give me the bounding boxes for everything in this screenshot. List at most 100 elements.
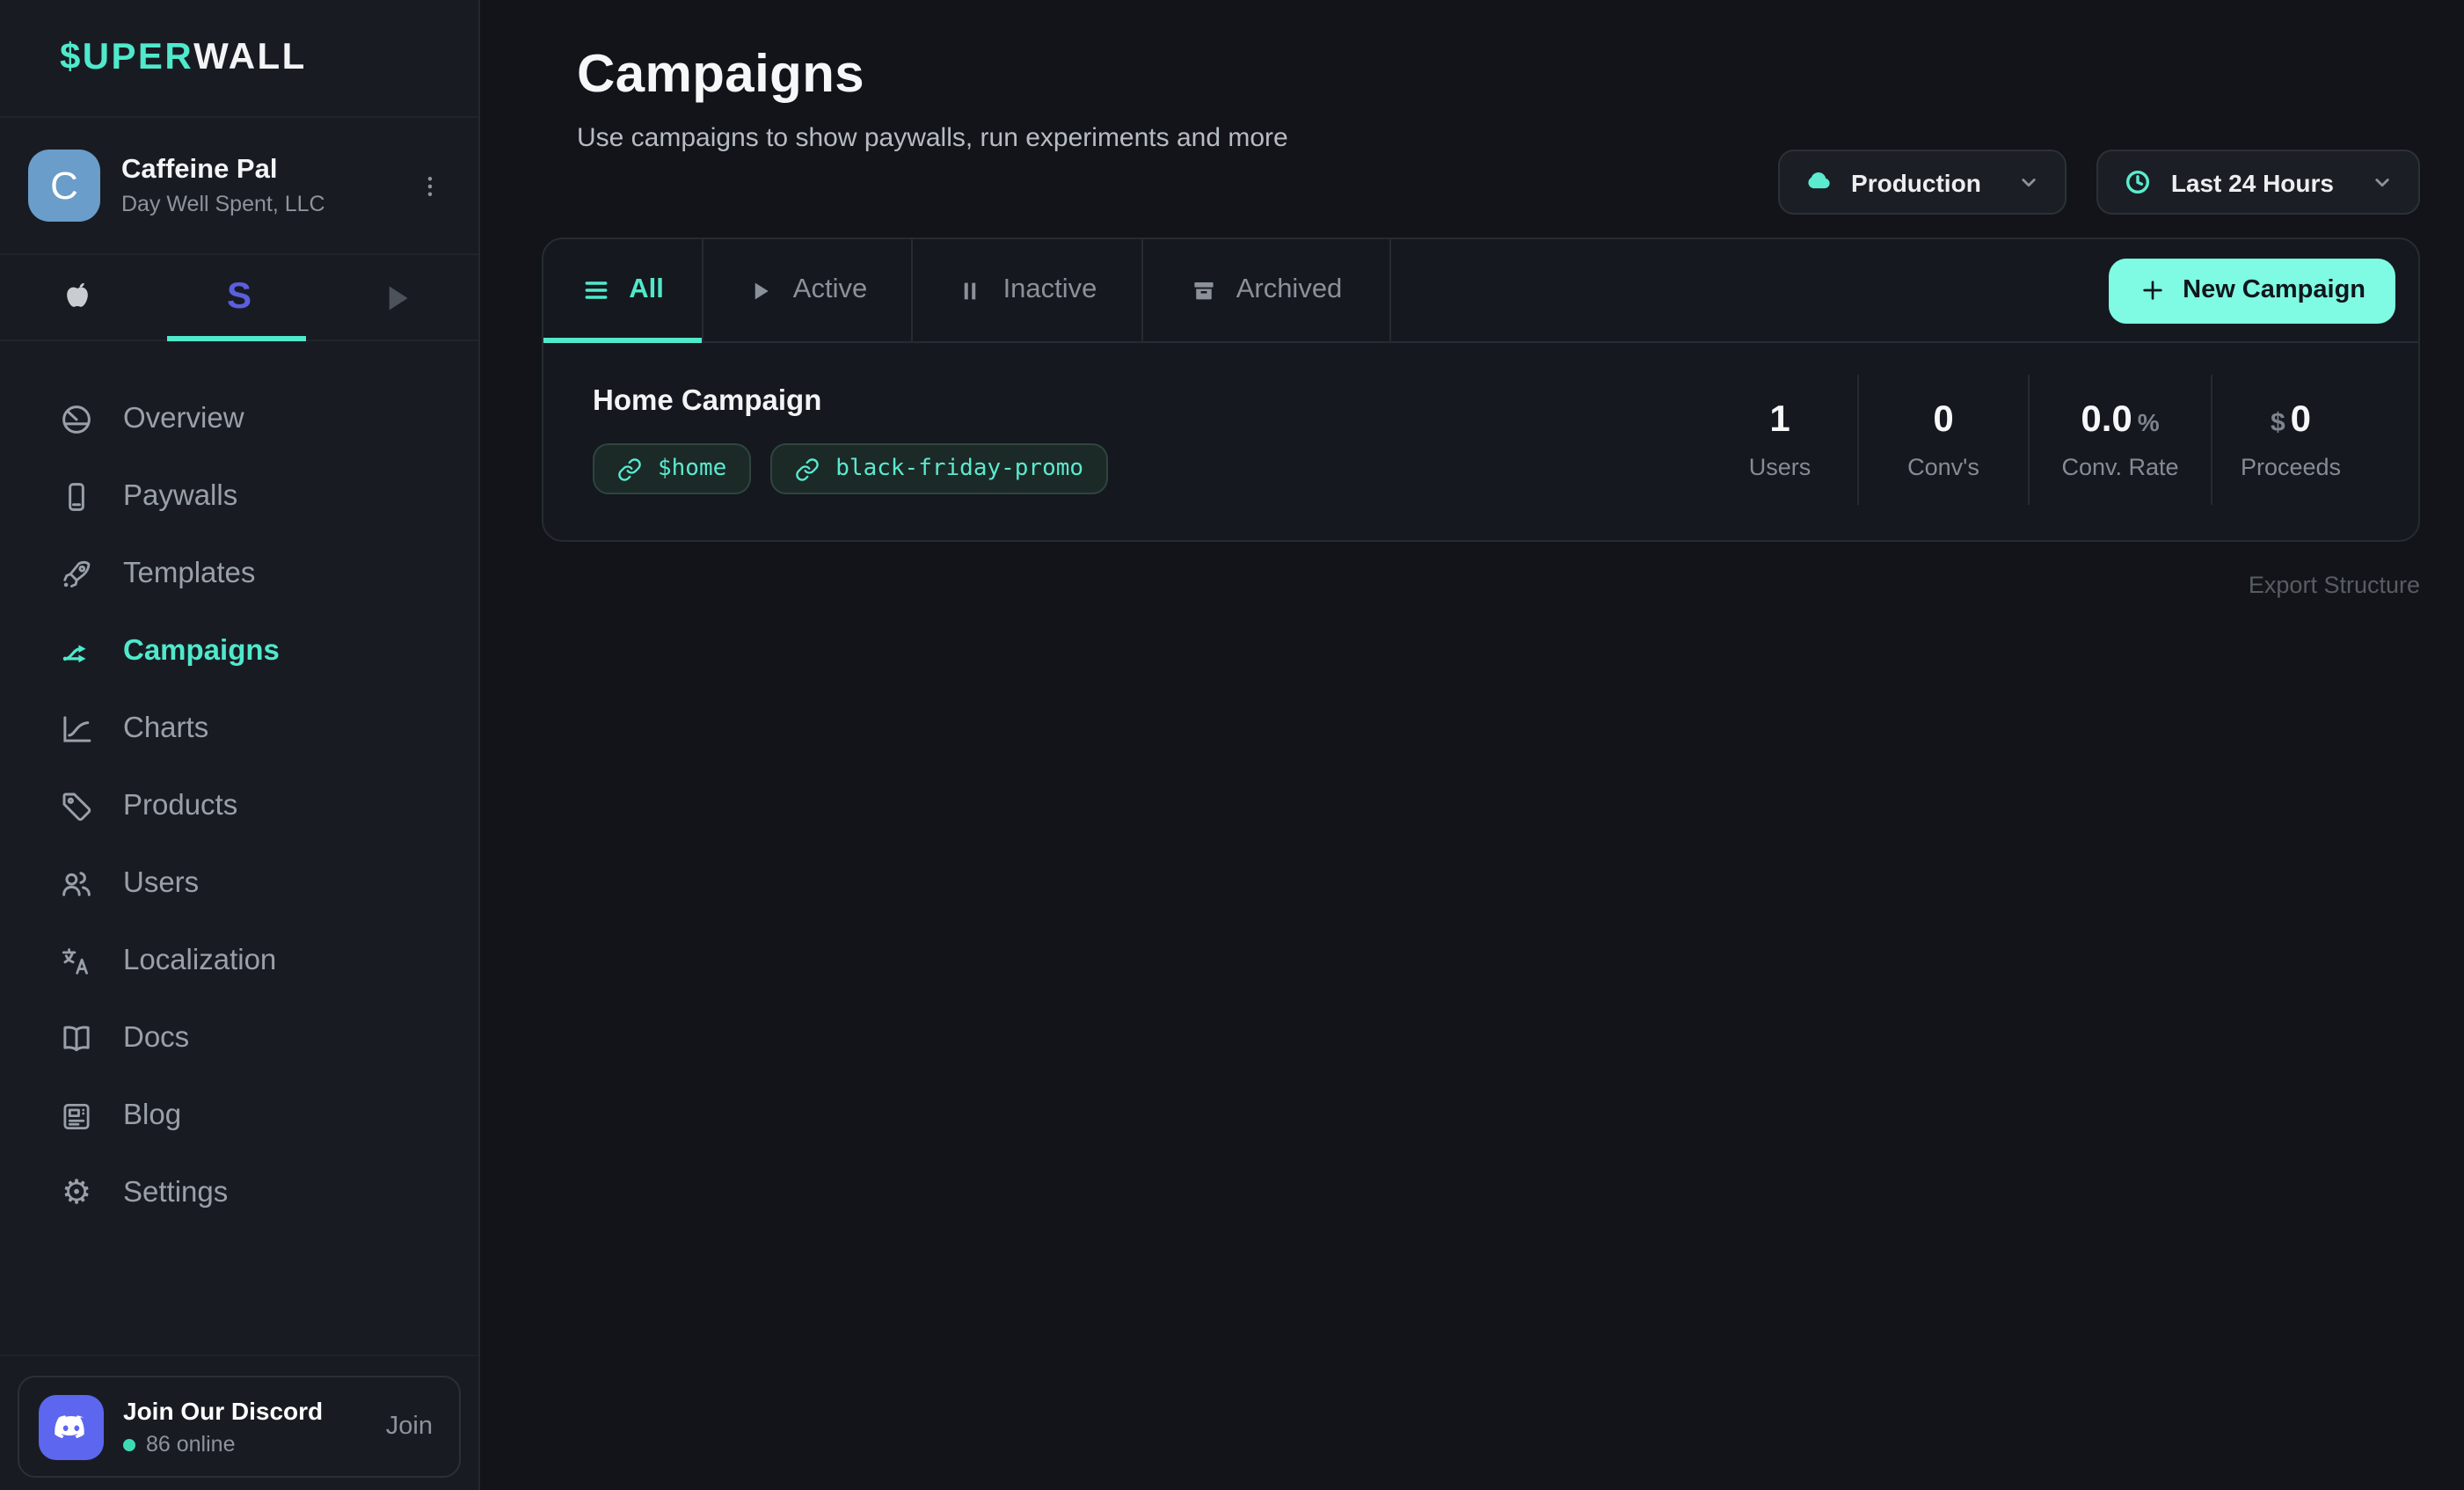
logo-accent-text: $UPER bbox=[60, 37, 193, 79]
environment-dropdown[interactable]: Production bbox=[1777, 150, 2067, 215]
products-icon bbox=[58, 787, 95, 824]
sidebar-item-label: Charts bbox=[123, 712, 208, 745]
campaign-stats: 1 Users 0 Conv's 0.0% Conv. Rate $0 Proc… bbox=[1702, 375, 2369, 505]
export-structure-link[interactable]: Export Structure bbox=[2249, 572, 2420, 598]
stat-value: 0 bbox=[1933, 399, 1953, 442]
superwall-s-icon: S bbox=[227, 276, 252, 318]
stat-label: Users bbox=[1749, 454, 1812, 480]
placement-tag[interactable]: $home bbox=[593, 443, 751, 494]
account-info: Caffeine Pal Day Well Spent, LLC bbox=[121, 155, 325, 216]
templates-icon bbox=[58, 555, 95, 592]
account-company: Day Well Spent, LLC bbox=[121, 192, 325, 216]
placement-tag-label: $home bbox=[658, 456, 726, 482]
page-title: Campaigns bbox=[577, 46, 2464, 106]
time-range-value: Last 24 Hours bbox=[2171, 168, 2334, 196]
plus-icon bbox=[2139, 276, 2167, 304]
stat-conversion-rate: 0.0% Conv. Rate bbox=[2028, 375, 2211, 505]
sidebar-item-products[interactable]: Products bbox=[0, 767, 478, 844]
stat-value: 1 bbox=[1769, 399, 1790, 442]
tab-active[interactable]: Active bbox=[703, 239, 913, 341]
google-play-icon bbox=[382, 281, 415, 314]
discord-icon bbox=[39, 1394, 104, 1459]
users-icon bbox=[58, 865, 95, 902]
campaign-row[interactable]: Home Campaign $home black-fr bbox=[543, 343, 2418, 540]
percent-suffix: % bbox=[2138, 408, 2160, 436]
campaigns-icon bbox=[58, 632, 95, 669]
stat-label: Conv's bbox=[1907, 454, 1979, 480]
stat-label: Conv. Rate bbox=[2061, 454, 2178, 480]
chevron-down-icon bbox=[2369, 169, 2395, 195]
sidebar-item-settings[interactable]: ⚙ Settings bbox=[0, 1154, 478, 1231]
sidebar-item-label: Settings bbox=[123, 1176, 228, 1209]
campaign-info: Home Campaign $home black-fr bbox=[593, 385, 1702, 494]
dollar-prefix: $ bbox=[2271, 408, 2285, 438]
stat-value: $0 bbox=[2271, 399, 2311, 442]
new-campaign-label: New Campaign bbox=[2183, 276, 2366, 304]
sidebar-item-label: Blog bbox=[123, 1099, 181, 1132]
sidebar-item-paywalls[interactable]: Paywalls bbox=[0, 457, 478, 535]
superwall-logo: $UPERWALL bbox=[0, 0, 478, 118]
pause-icon bbox=[958, 277, 984, 303]
settings-icon: ⚙ bbox=[58, 1176, 95, 1209]
time-range-dropdown[interactable]: Last 24 Hours bbox=[2097, 150, 2420, 215]
docs-icon bbox=[58, 1019, 95, 1056]
cloud-icon bbox=[1804, 167, 1833, 197]
list-icon bbox=[581, 276, 609, 304]
new-campaign-button[interactable]: New Campaign bbox=[2109, 258, 2395, 323]
placement-tag-label: black-friday-promo bbox=[835, 456, 1083, 482]
kebab-menu-icon[interactable] bbox=[417, 161, 443, 210]
online-dot bbox=[123, 1438, 135, 1450]
avatar: C bbox=[28, 150, 100, 222]
link-icon bbox=[617, 456, 642, 481]
sidebar-item-charts[interactable]: Charts bbox=[0, 690, 478, 767]
platform-tab-ios[interactable] bbox=[0, 255, 159, 340]
sidebar-item-blog[interactable]: Blog bbox=[0, 1077, 478, 1154]
page-subtitle: Use campaigns to show paywalls, run expe… bbox=[577, 123, 2464, 153]
app-window: $UPERWALL C Caffeine Pal Day Well Spent,… bbox=[0, 0, 2464, 1490]
tab-archived[interactable]: Archived bbox=[1143, 239, 1391, 341]
discord-online-status: 86 online bbox=[123, 1432, 323, 1457]
platform-active-underline bbox=[167, 336, 306, 341]
tab-all[interactable]: All bbox=[543, 239, 703, 341]
stat-label: Proceeds bbox=[2241, 454, 2341, 480]
sidebar-item-campaigns[interactable]: Campaigns bbox=[0, 612, 478, 690]
account-switcher[interactable]: C Caffeine Pal Day Well Spent, LLC bbox=[0, 118, 478, 255]
tab-label: Archived bbox=[1236, 274, 1343, 306]
blog-icon bbox=[58, 1097, 95, 1134]
tab-inactive[interactable]: Inactive bbox=[913, 239, 1143, 341]
sidebar-item-templates[interactable]: Templates bbox=[0, 535, 478, 612]
paywalls-icon bbox=[58, 478, 95, 515]
sidebar: $UPERWALL C Caffeine Pal Day Well Spent,… bbox=[0, 0, 480, 1490]
sidebar-item-label: Users bbox=[123, 866, 199, 900]
localization-icon bbox=[58, 942, 95, 979]
sidebar-item-users[interactable]: Users bbox=[0, 844, 478, 922]
platform-tab-superwall[interactable]: S bbox=[159, 255, 318, 340]
tab-row-spacer: New Campaign bbox=[1391, 239, 2418, 341]
platform-tabs: S bbox=[0, 255, 478, 341]
overview-icon bbox=[58, 400, 95, 437]
discord-title: Join Our Discord bbox=[123, 1397, 323, 1425]
sidebar-item-label: Products bbox=[123, 789, 237, 822]
sidebar-footer: Join Our Discord 86 online Join bbox=[0, 1355, 478, 1490]
discord-join-button[interactable]: Join bbox=[386, 1413, 433, 1441]
active-tab-underline bbox=[543, 338, 702, 343]
campaigns-card: All Active Inactive bbox=[542, 237, 2420, 542]
chevron-down-icon bbox=[2016, 169, 2043, 195]
tab-label: All bbox=[629, 274, 664, 306]
sidebar-item-label: Overview bbox=[123, 402, 244, 435]
logo-rest-text: WALL bbox=[193, 37, 307, 79]
main-content: Campaigns Use campaigns to show paywalls… bbox=[480, 0, 2464, 1490]
stat-proceeds: $0 Proceeds bbox=[2211, 375, 2369, 505]
sidebar-item-docs[interactable]: Docs bbox=[0, 999, 478, 1077]
tab-label: Inactive bbox=[1003, 274, 1097, 306]
online-count: 86 online bbox=[146, 1432, 236, 1457]
account-name: Caffeine Pal bbox=[121, 155, 325, 186]
sidebar-nav: Overview Paywalls Templates Campaigns bbox=[0, 341, 478, 1231]
sidebar-item-localization[interactable]: Localization bbox=[0, 922, 478, 999]
archive-icon bbox=[1191, 277, 1217, 303]
discord-banner[interactable]: Join Our Discord 86 online Join bbox=[18, 1376, 461, 1478]
sidebar-item-overview[interactable]: Overview bbox=[0, 380, 478, 457]
link-icon bbox=[795, 456, 820, 481]
platform-tab-android[interactable] bbox=[319, 255, 478, 340]
placement-tag[interactable]: black-friday-promo bbox=[770, 443, 1108, 494]
